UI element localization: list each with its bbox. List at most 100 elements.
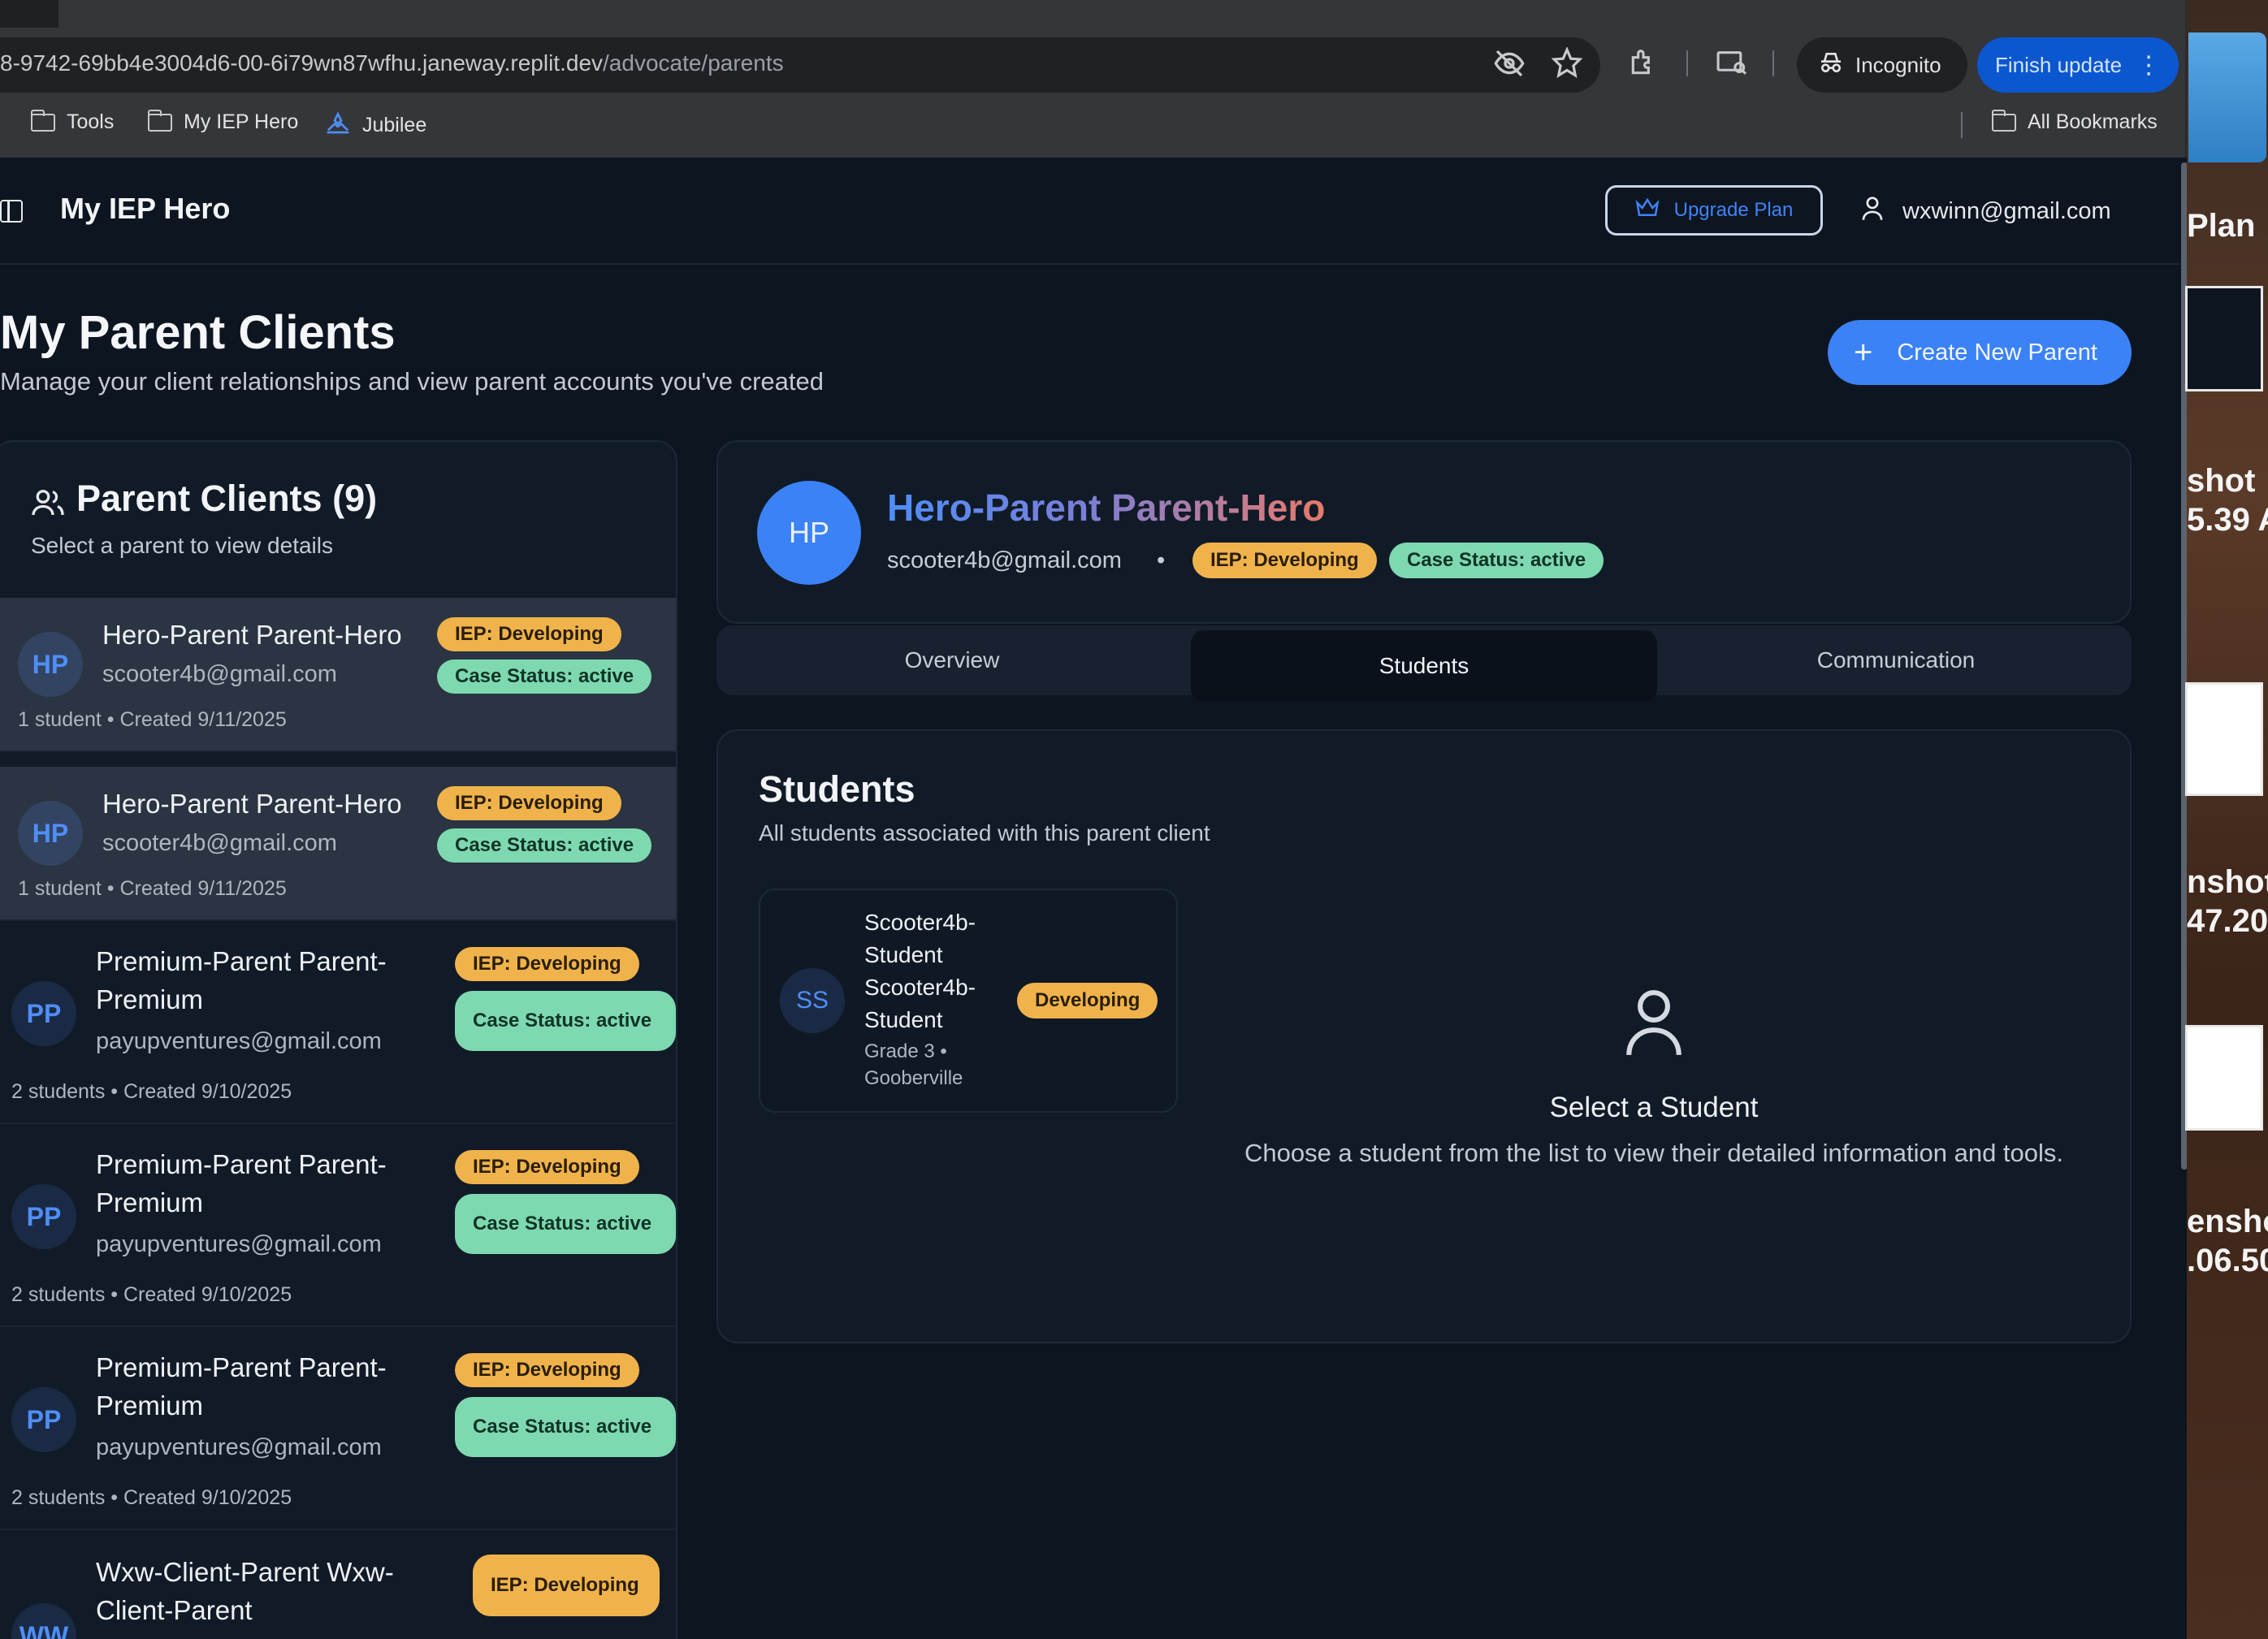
bookmark-label: Tools (67, 110, 115, 133)
client-list-item[interactable]: HP Hero-Parent Parent-Hero scooter4b@gma… (0, 767, 676, 921)
desktop-file-label[interactable]: Plan (2187, 206, 2268, 245)
page-subtitle: Manage your client relationships and vie… (0, 367, 825, 396)
student-grade: Grade 3 • Gooberville (864, 1040, 963, 1089)
client-avatar: PP (11, 1387, 76, 1452)
users-icon (31, 487, 65, 522)
create-new-parent-button[interactable]: + Create New Parent (1828, 320, 2132, 385)
screenshot-thumbnail[interactable] (2185, 682, 2263, 796)
student-avatar: SS (780, 968, 845, 1033)
desktop-file-label[interactable]: .06.50 (2187, 1241, 2268, 1280)
more-vertical-icon: ⋮ (2136, 51, 2161, 79)
client-email: payupventures@gmail.com (96, 1028, 382, 1054)
client-name: Wxw-Client-Parent Wxw-Client-Parent (96, 1557, 394, 1625)
all-bookmarks[interactable]: All Bookmarks (1991, 109, 2158, 134)
empty-state-title: Select a Student (1549, 1092, 1759, 1123)
case-status-badge: Case Status: active (455, 1194, 676, 1254)
parent-name: Hero-Parent Parent-Hero (887, 487, 1326, 529)
folder-icon (147, 109, 172, 132)
iep-status-badge: IEP: Developing (437, 786, 621, 820)
client-meta: 1 student • Created 9/11/2025 (18, 877, 287, 900)
client-avatar: HP (18, 801, 83, 866)
user-email: wxwinn@gmail.com (1902, 197, 2111, 224)
finish-update-button[interactable]: Finish update ⋮ (1977, 37, 2179, 93)
client-name: Premium-Parent Parent-Premium (96, 1352, 387, 1421)
screenshot-thumbnail[interactable] (2185, 1025, 2263, 1131)
desktop-file-label[interactable]: enshot (2187, 1202, 2268, 1241)
case-status-badge: Case Status: active (1389, 543, 1604, 578)
client-name: Premium-Parent Parent-Premium (96, 946, 387, 1014)
client-list-item[interactable]: PP Premium-Parent Parent-Premium payupve… (0, 1124, 676, 1327)
page-title: My Parent Clients (0, 306, 396, 359)
client-meta: 2 students • Created 9/10/2025 (11, 1486, 292, 1509)
eye-off-icon[interactable] (1493, 47, 1526, 86)
incognito-indicator[interactable]: Incognito (1797, 37, 1967, 93)
plus-icon: + (1854, 335, 1873, 370)
bookmark-label: Jubilee (362, 114, 427, 136)
browser-tab[interactable] (58, 0, 2185, 28)
folder-icon (1991, 109, 2016, 132)
tab-communication[interactable]: Communication (1660, 625, 2132, 695)
clients-panel-subtitle: Select a parent to view details (31, 533, 333, 558)
user-placeholder-icon (1623, 988, 1685, 1062)
cast-search-icon[interactable] (1716, 47, 1748, 84)
tab-overview[interactable]: Overview (716, 625, 1188, 695)
incognito-icon (1818, 50, 1844, 80)
desktop-file-label[interactable]: nshot (2187, 863, 2268, 902)
desktop-file-label[interactable]: 5.39 A (2187, 500, 2268, 539)
extensions-icon[interactable] (1628, 47, 1659, 84)
incognito-label: Incognito (1855, 52, 1941, 77)
crown-icon (1635, 197, 1660, 224)
iep-status-badge: IEP: Developing (473, 1555, 660, 1616)
client-avatar: WW (11, 1603, 76, 1639)
toolbar-divider (1772, 50, 1774, 76)
iep-status-badge: IEP: Developing (437, 617, 621, 651)
app-title[interactable]: My IEP Hero (60, 192, 230, 226)
bookmark-my-iep-hero[interactable]: My IEP Hero (147, 109, 298, 134)
desktop-file-label[interactable]: 47.20 (2187, 902, 2268, 941)
client-avatar: HP (18, 632, 83, 697)
desktop-background (2187, 0, 2268, 1639)
upgrade-plan-label: Upgrade Plan (1673, 199, 1794, 221)
create-new-parent-label: Create New Parent (1897, 339, 2097, 365)
client-list-item[interactable]: PP Premium-Parent Parent-Premium payupve… (0, 921, 676, 1124)
user-menu[interactable]: wxwinn@gmail.com (1860, 190, 2111, 232)
url-text[interactable]: 8-9742-69bb4e3004d6-00-6i79wn87wfhu.jane… (0, 50, 784, 76)
folder-icon[interactable] (2188, 32, 2266, 162)
iep-status-badge: IEP: Developing (455, 1353, 639, 1387)
star-icon[interactable] (1551, 46, 1583, 84)
client-list-item[interactable]: PP Premium-Parent Parent-Premium payupve… (0, 1327, 676, 1530)
client-name: Hero-Parent Parent-Hero (102, 789, 402, 819)
sidebar-toggle-icon[interactable] (0, 200, 23, 223)
bookmark-jubilee[interactable]: Jubilee (325, 110, 426, 141)
clients-panel-title: Parent Clients (9) (76, 478, 378, 519)
client-avatar: PP (11, 981, 76, 1046)
iep-status-badge: IEP: Developing (455, 947, 639, 981)
toolbar-divider (1686, 50, 1688, 76)
bookmarks-divider (1961, 112, 1963, 138)
separator-dot: • (1157, 547, 1166, 573)
folder-icon (30, 109, 55, 132)
screenshot-thumbnail[interactable] (2185, 286, 2263, 391)
client-email: scooter4b@gmail.com (102, 830, 337, 856)
upgrade-plan-button[interactable]: Upgrade Plan (1605, 185, 1823, 236)
iep-status-badge: IEP: Developing (455, 1150, 639, 1184)
client-email: scooter4b@gmail.com (102, 661, 337, 687)
parent-clients-panel: Parent Clients (9) Select a parent to vi… (0, 440, 677, 1639)
jubilee-icon (325, 110, 351, 141)
client-email: payupventures@gmail.com (96, 1434, 382, 1460)
desktop-file-label[interactable]: shot (2187, 461, 2268, 500)
bookmark-tools[interactable]: Tools (30, 109, 115, 134)
students-subtitle: All students associated with this parent… (759, 820, 1210, 845)
student-list-item[interactable]: SS Scooter4b-Student Scooter4b-Student G… (759, 889, 1178, 1113)
client-list-item[interactable]: WW Wxw-Client-Parent Wxw-Client-Parent I… (0, 1530, 676, 1639)
empty-state-text: Choose a student from the list to view t… (1244, 1139, 2064, 1167)
user-icon (1860, 195, 1885, 227)
parent-email: scooter4b@gmail.com (887, 547, 1122, 573)
case-status-badge: Case Status: active (437, 659, 652, 694)
url-host: 8-9742-69bb4e3004d6-00-6i79wn87wfhu.jane… (0, 50, 604, 76)
case-status-badge: Case Status: active (455, 991, 676, 1051)
client-list-item[interactable]: HP Hero-Parent Parent-Hero scooter4b@gma… (0, 598, 676, 752)
tab-students[interactable]: Students (1191, 630, 1657, 702)
case-status-badge: Case Status: active (455, 1397, 676, 1457)
parent-detail-card: HP Hero-Parent Parent-Hero scooter4b@gma… (716, 440, 2132, 624)
